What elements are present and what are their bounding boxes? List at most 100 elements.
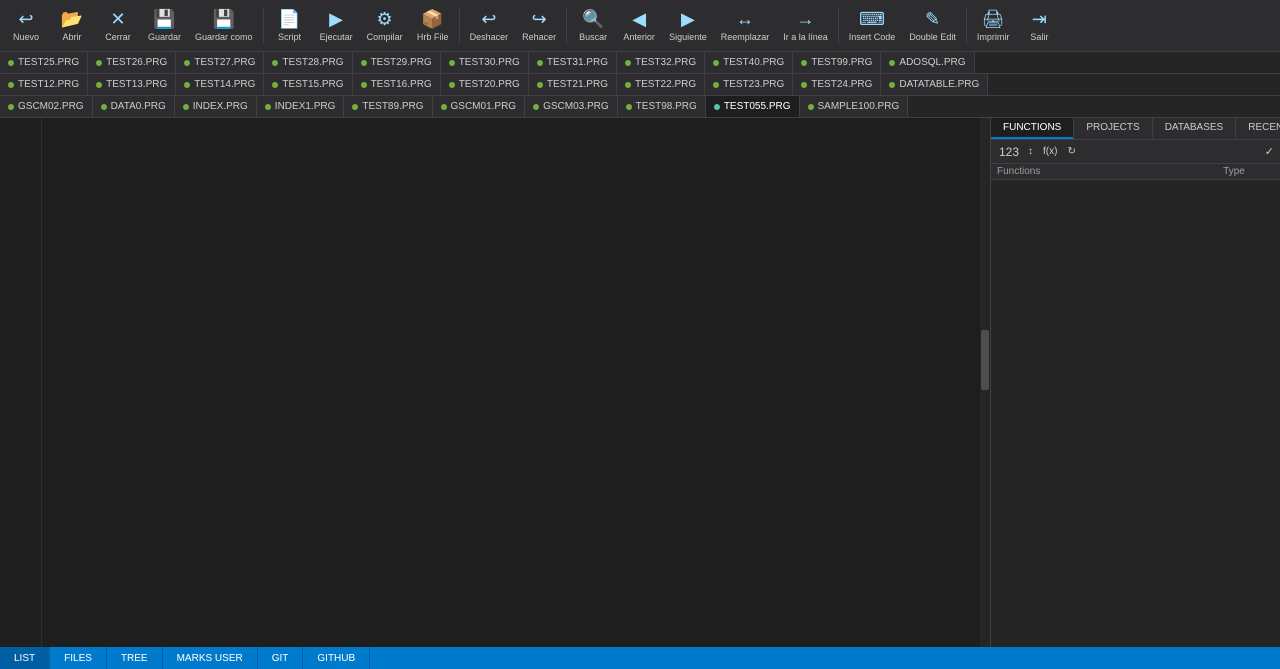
- sort-button[interactable]: ↕: [1025, 145, 1036, 158]
- search-icon: 🔍: [582, 9, 604, 30]
- filter-button[interactable]: f(x): [1040, 145, 1060, 158]
- tab-gscm02[interactable]: GSCM02.PRG: [0, 96, 93, 118]
- imprimir-button[interactable]: 🖨 Imprimir: [971, 3, 1016, 49]
- tab-test98[interactable]: TEST98.PRG: [618, 96, 706, 118]
- tab-test30[interactable]: TEST30.PRG: [441, 52, 529, 74]
- tab-dot: [272, 82, 278, 88]
- tab-datatable[interactable]: DATATABLE.PRG: [881, 74, 988, 96]
- tab-dot: [183, 104, 189, 110]
- tab-functions[interactable]: FUNCTIONS: [991, 118, 1074, 139]
- tab-dot: [8, 82, 14, 88]
- replace-icon: ↔: [736, 9, 754, 30]
- tab-test12[interactable]: TEST12.PRG: [0, 74, 88, 96]
- vertical-scrollbar[interactable]: [980, 118, 990, 647]
- tab-test055[interactable]: TEST055.PRG: [706, 96, 800, 118]
- salir-button[interactable]: ⇥ Salir: [1017, 3, 1061, 49]
- tab-test32[interactable]: TEST32.PRG: [617, 52, 705, 74]
- tab-gscm01[interactable]: GSCM01.PRG: [433, 96, 526, 118]
- bottom-tab-marks-user[interactable]: MARKS USER: [163, 647, 258, 669]
- script-button[interactable]: 📄 Script: [268, 3, 312, 49]
- tab-dot: [96, 60, 102, 66]
- script-icon: 📄: [278, 9, 300, 30]
- tab-databases[interactable]: DATABASES: [1153, 118, 1237, 139]
- ir-linea-button[interactable]: → Ir a la línea: [777, 3, 834, 49]
- tab-dot: [889, 82, 895, 88]
- tab-test26[interactable]: TEST26.PRG: [88, 52, 176, 74]
- tab-test31[interactable]: TEST31.PRG: [529, 52, 617, 74]
- ejecutar-button[interactable]: ▶ Ejecutar: [314, 3, 359, 49]
- tab-test29[interactable]: TEST29.PRG: [353, 52, 441, 74]
- bottom-tab-github[interactable]: GITHUB: [303, 647, 370, 669]
- tab-test25[interactable]: TEST25.PRG: [0, 52, 88, 74]
- new-icon: ↩: [18, 9, 33, 30]
- sep2: [459, 8, 460, 44]
- functions-panel: FUNCTIONS PROJECTS DATABASES RECENTS 123…: [990, 118, 1280, 647]
- insert-icon: ⌨: [859, 9, 885, 30]
- tab-test20[interactable]: TEST20.PRG: [441, 74, 529, 96]
- deshacer-button[interactable]: ↩ Deshacer: [464, 3, 515, 49]
- nuevo-button[interactable]: ↩ Nuevo: [4, 3, 48, 49]
- sep4: [838, 8, 839, 44]
- tab-dot: [537, 82, 543, 88]
- bottom-tab-tree[interactable]: TREE: [107, 647, 163, 669]
- tab-adosql[interactable]: ADOSQL.PRG: [881, 52, 974, 74]
- compile-icon: ⚙: [377, 9, 393, 30]
- guardar-button[interactable]: 💾 Guardar: [142, 3, 187, 49]
- tab-dot: [625, 82, 631, 88]
- code-content[interactable]: [42, 118, 980, 647]
- tab-dot: [713, 82, 719, 88]
- tab-test27[interactable]: TEST27.PRG: [176, 52, 264, 74]
- tab-sample100[interactable]: SAMPLE100.PRG: [800, 96, 909, 118]
- tab-dot: [713, 60, 719, 66]
- redo-icon: ↪: [532, 9, 547, 30]
- tab-dot: [352, 104, 358, 110]
- tab-test28[interactable]: TEST28.PRG: [264, 52, 352, 74]
- tab-test15[interactable]: TEST15.PRG: [264, 74, 352, 96]
- tab-dot: [184, 82, 190, 88]
- bottom-tab-list[interactable]: LIST: [0, 647, 50, 669]
- file-tabs-row2: TEST12.PRG TEST13.PRG TEST14.PRG TEST15.…: [0, 74, 1280, 96]
- tab-test13[interactable]: TEST13.PRG: [88, 74, 176, 96]
- tab-index1[interactable]: INDEX1.PRG: [257, 96, 345, 118]
- siguiente-button[interactable]: ▶ Siguiente: [663, 3, 713, 49]
- tab-dot: [8, 104, 14, 110]
- tab-test99[interactable]: TEST99.PRG: [793, 52, 881, 74]
- tab-recents[interactable]: RECENTS: [1236, 118, 1280, 139]
- tab-projects[interactable]: PROJECTS: [1074, 118, 1152, 139]
- prev-icon: ◀: [632, 9, 646, 30]
- tab-test23[interactable]: TEST23.PRG: [705, 74, 793, 96]
- tab-data0[interactable]: DATA0.PRG: [93, 96, 175, 118]
- tab-test16[interactable]: TEST16.PRG: [353, 74, 441, 96]
- scrollbar-thumb[interactable]: [981, 330, 989, 390]
- hrb-icon: 📦: [421, 9, 443, 30]
- code-container: [0, 118, 990, 647]
- compilar-button[interactable]: ⚙ Compilar: [361, 3, 409, 49]
- tab-gscm03[interactable]: GSCM03.PRG: [525, 96, 618, 118]
- tab-test21[interactable]: TEST21.PRG: [529, 74, 617, 96]
- reemplazar-button[interactable]: ↔ Reemplazar: [715, 3, 776, 49]
- abrir-button[interactable]: 📂 Abrir: [50, 3, 94, 49]
- hrb-button[interactable]: 📦 Hrb File: [411, 3, 455, 49]
- cerrar-button[interactable]: ✕ Cerrar: [96, 3, 140, 49]
- tab-test40[interactable]: TEST40.PRG: [705, 52, 793, 74]
- tab-dot: [537, 60, 543, 66]
- tab-test14[interactable]: TEST14.PRG: [176, 74, 264, 96]
- guardar-como-button[interactable]: 💾 Guardar como: [189, 3, 259, 49]
- undo-icon: ↩: [481, 9, 496, 30]
- exit-icon: ⇥: [1032, 9, 1047, 30]
- bottom-tab-files[interactable]: FILES: [50, 647, 107, 669]
- insert-code-button[interactable]: ⌨ Insert Code: [843, 3, 902, 49]
- tab-test24[interactable]: TEST24.PRG: [793, 74, 881, 96]
- buscar-button[interactable]: 🔍 Buscar: [571, 3, 615, 49]
- refresh-button[interactable]: ↻: [1064, 145, 1078, 158]
- rehacer-button[interactable]: ↪ Rehacer: [516, 3, 562, 49]
- toolbar: ↩ Nuevo 📂 Abrir ✕ Cerrar 💾 Guardar 💾 Gua…: [0, 0, 1280, 52]
- bottom-tab-git[interactable]: GIT: [258, 647, 304, 669]
- tab-test22[interactable]: TEST22.PRG: [617, 74, 705, 96]
- double-edit-button[interactable]: ✎ Double Edit: [903, 3, 962, 49]
- tab-index[interactable]: INDEX.PRG: [175, 96, 257, 118]
- tab-test89[interactable]: TEST89.PRG: [344, 96, 432, 118]
- anterior-button[interactable]: ◀ Anterior: [617, 3, 661, 49]
- tab-dot: [449, 82, 455, 88]
- next-icon: ▶: [681, 9, 695, 30]
